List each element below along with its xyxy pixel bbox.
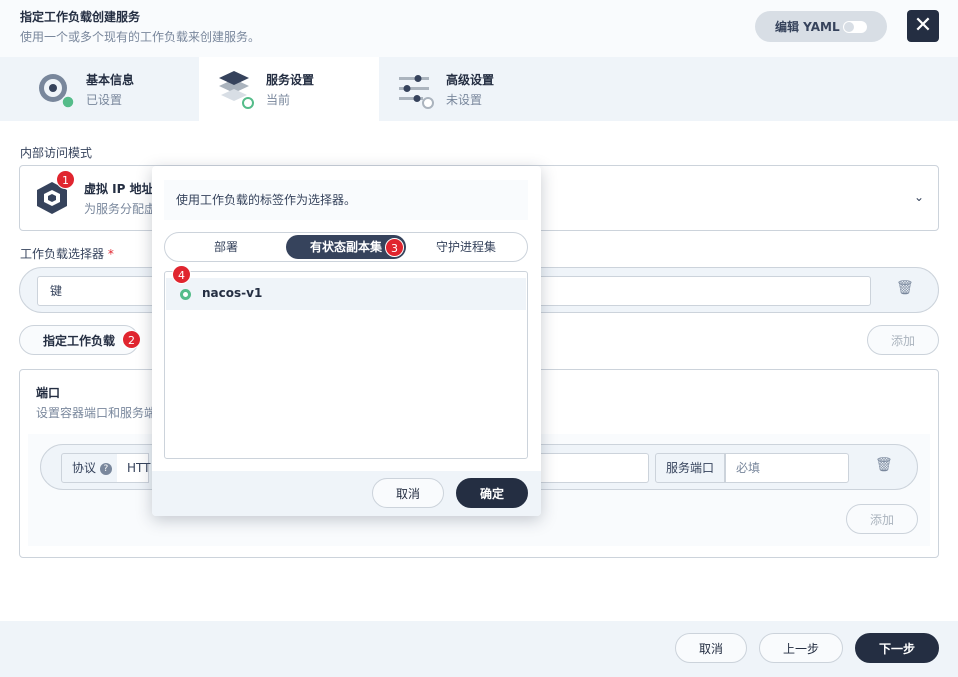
step-name: 高级设置 — [446, 73, 495, 87]
step-name: 基本信息 — [86, 73, 135, 87]
access-mode-description: 为服务分配虚 — [84, 202, 157, 216]
modal-description: 使用一个或多个现有的工作负载来创建服务。 — [20, 30, 261, 44]
step-state: 未设置 — [446, 93, 483, 107]
step-state: 当前 — [266, 93, 291, 107]
delete-icon[interactable]: 🗑 — [896, 280, 914, 296]
advanced-settings-icon — [399, 75, 434, 109]
modal-footer: 取消 上一步 下一步 — [0, 621, 958, 677]
workload-selector-label-text: 工作负载选择器 — [20, 247, 105, 261]
previous-button[interactable]: 上一步 — [759, 633, 843, 663]
workload-picker-popover: 使用工作负载的标签作为选择器。 部署 有状态副本集 守护进程集 3 nacos-… — [152, 166, 541, 516]
required-mark: * — [107, 247, 114, 261]
toggle-switch-icon — [843, 21, 867, 33]
modal-title: 指定工作负载创建服务 — [20, 10, 141, 24]
step-state: 已设置 — [86, 93, 123, 107]
access-mode-label: 内部访问模式 — [20, 146, 93, 160]
status-dot-icon — [180, 289, 191, 300]
wizard-steps: 基本信息 已设置 服务设置 当前 高级设置 未设置 — [0, 57, 958, 121]
picker-hint: 使用工作负载的标签作为选择器。 — [164, 180, 528, 220]
step-service-settings[interactable]: 服务设置 当前 — [199, 57, 379, 121]
basic-info-icon — [39, 74, 75, 109]
close-button[interactable]: ✕ — [907, 10, 939, 42]
workload-item[interactable]: nacos-v1 — [166, 278, 526, 310]
next-button[interactable]: 下一步 — [855, 633, 939, 663]
annotation-badge-4: 4 — [172, 265, 191, 284]
access-mode-name: 虚拟 IP 地址 — [84, 182, 154, 196]
help-icon[interactable]: ? — [99, 462, 112, 475]
protocol-addon: 协议 ? — [61, 453, 123, 483]
step-basic-info[interactable]: 基本信息 已设置 — [0, 57, 180, 121]
add-port-button[interactable]: 添加 — [846, 504, 918, 534]
annotation-badge-2: 2 — [122, 330, 141, 349]
add-selector-button[interactable]: 添加 — [867, 325, 939, 355]
delete-icon[interactable]: 🗑 — [875, 457, 893, 473]
picker-footer: 取消 确定 — [152, 471, 541, 516]
ports-title: 端口 — [36, 386, 61, 400]
workload-list: nacos-v1 — [164, 271, 528, 459]
workload-item-name: nacos-v1 — [202, 286, 263, 300]
service-port-label: 服务端口 — [655, 453, 726, 483]
annotation-badge-1: 1 — [56, 170, 75, 189]
annotation-badge-3: 3 — [385, 238, 404, 257]
protocol-label: 协议 — [72, 461, 97, 475]
cancel-button[interactable]: 取消 — [675, 633, 747, 663]
ports-description: 设置容器端口和服务端 — [36, 406, 157, 420]
specify-workload-button[interactable]: 指定工作负载 — [19, 325, 139, 355]
service-settings-icon — [219, 71, 254, 109]
modal-header: 指定工作负载创建服务 使用一个或多个现有的工作负载来创建服务。 编辑 YAML … — [0, 0, 958, 57]
picker-confirm-button[interactable]: 确定 — [456, 478, 528, 508]
tab-daemonset[interactable]: 守护进程集 — [407, 235, 525, 259]
edit-yaml-label: 编辑 YAML — [775, 20, 840, 34]
step-advanced-settings[interactable]: 高级设置 未设置 — [379, 57, 559, 121]
workload-selector-label: 工作负载选择器 * — [20, 245, 114, 262]
workload-type-tabs: 部署 有状态副本集 守护进程集 — [164, 232, 528, 262]
close-icon: ✕ — [913, 13, 933, 38]
edit-yaml-toggle[interactable]: 编辑 YAML — [755, 11, 887, 42]
tab-deployment[interactable]: 部署 — [167, 235, 285, 259]
protocol-select[interactable]: HTT — [117, 453, 150, 483]
service-port-input[interactable]: 必填 — [725, 453, 849, 483]
container-port-input[interactable] — [539, 453, 649, 483]
chevron-down-icon: ⌄ — [913, 190, 924, 204]
picker-cancel-button[interactable]: 取消 — [372, 478, 444, 508]
step-name: 服务设置 — [266, 73, 315, 87]
